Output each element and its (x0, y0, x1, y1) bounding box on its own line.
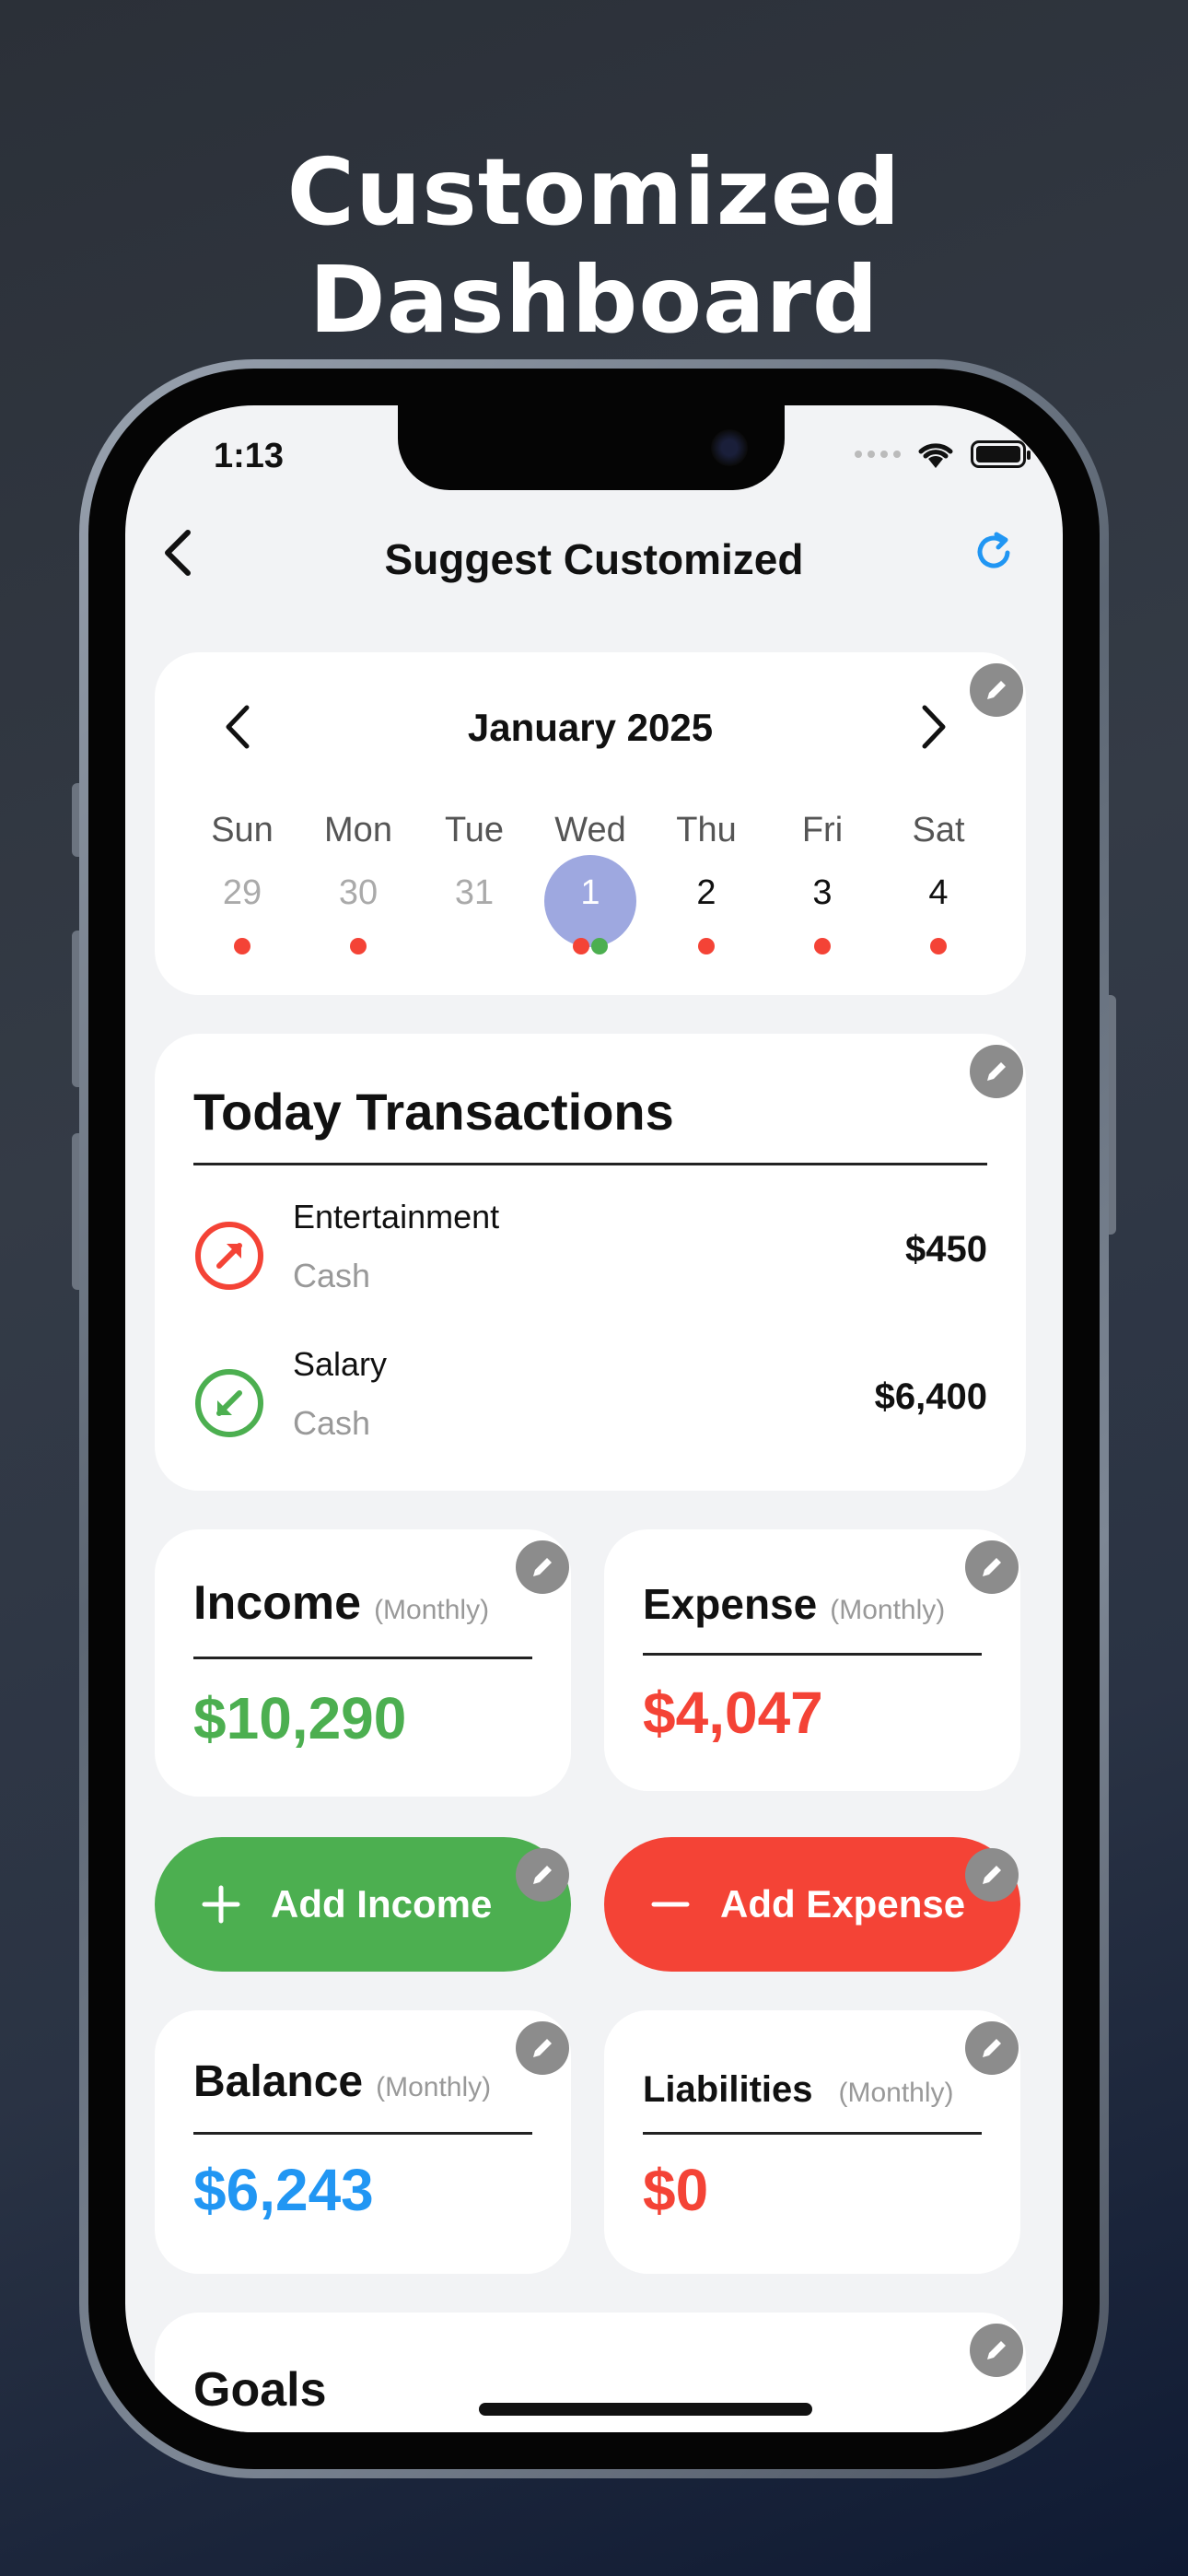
divider (193, 1163, 987, 1165)
nav-bar: Suggest Customized (125, 498, 1063, 599)
balance-value: $6,243 (193, 2157, 374, 2223)
refresh-icon[interactable] (971, 529, 1017, 575)
status-icons (855, 439, 1031, 470)
transaction-account: Cash (293, 1404, 371, 1442)
balance-period: (Monthly) (376, 2072, 492, 2102)
phone-frame: 1:13 Suggest Customized January 2025 Sun… (79, 359, 1109, 2478)
expense-marker-dot (814, 938, 831, 954)
goals-title: Goals (193, 2363, 327, 2417)
calendar-day-selected[interactable]: 1 (532, 855, 648, 958)
transactions-card: Today Transactions Entertainment Cash $4… (155, 1034, 1026, 1491)
edit-pencil-icon (983, 1866, 1001, 1884)
edit-pencil-icon (987, 1062, 1006, 1081)
add-expense-button[interactable]: Add Expense (604, 1837, 1020, 1972)
status-time: 1:13 (214, 437, 285, 475)
liabilities-title: Liabilities (Monthly) (643, 2069, 954, 2110)
calendar-weekdays: Sun Mon Tue Wed Thu Fri Sat (155, 811, 1026, 850)
transaction-account: Cash (293, 1257, 371, 1294)
expense-card[interactable]: Expense (Monthly) $4,047 (604, 1529, 1020, 1791)
expense-marker-dot (573, 938, 589, 954)
home-indicator[interactable] (479, 2403, 812, 2416)
expense-value: $4,047 (643, 1680, 823, 1746)
divider (193, 2132, 532, 2135)
edit-pencil-icon (533, 1866, 552, 1884)
weekday-label: Thu (676, 811, 737, 849)
income-period: (Monthly) (374, 1595, 490, 1625)
edit-goals-button[interactable] (970, 2324, 1023, 2377)
calendar-card: January 2025 Sun Mon Tue Wed Thu Fri Sat… (155, 652, 1026, 995)
divider (643, 1653, 982, 1656)
expense-title: Expense (Monthly) (643, 1580, 946, 1628)
weekday-label: Fri (801, 811, 844, 849)
calendar-day[interactable]: 2 (648, 866, 764, 958)
income-value: $10,290 (193, 1685, 407, 1751)
next-month-icon[interactable] (915, 702, 952, 752)
expense-arrow-icon (195, 1222, 263, 1290)
weekday-label: Mon (324, 811, 392, 849)
edit-pencil-icon (983, 2039, 1001, 2057)
balance-title: Balance (Monthly) (193, 2057, 492, 2106)
expense-period: (Monthly) (830, 1595, 946, 1625)
add-income-button[interactable]: Add Income (155, 1837, 571, 1972)
transaction-row[interactable]: Entertainment Cash $450 (193, 1198, 987, 1327)
edit-pencil-icon (987, 2341, 1006, 2359)
app-screen: 1:13 Suggest Customized January 2025 Sun… (125, 405, 1063, 2432)
transaction-category: Entertainment (293, 1198, 500, 1235)
edit-pencil-icon (983, 1558, 1001, 1576)
edit-income-button[interactable] (516, 1540, 569, 1594)
income-marker-dot (591, 938, 608, 954)
minus-icon (651, 1902, 690, 1907)
transaction-amount: $450 (905, 1229, 987, 1270)
battery-icon (971, 440, 1031, 468)
transaction-category: Salary (293, 1345, 388, 1383)
calendar-day[interactable]: 30 (300, 866, 416, 958)
liabilities-card[interactable]: Liabilities (Monthly) $0 (604, 2010, 1020, 2274)
income-arrow-icon (195, 1369, 263, 1437)
transaction-row[interactable]: Salary Cash $6,400 (193, 1345, 987, 1474)
calendar-day[interactable]: 3 (764, 866, 880, 958)
wifi-icon (918, 443, 953, 468)
transactions-title: Today Transactions (193, 1083, 674, 1141)
calendar-day[interactable]: 29 (184, 866, 300, 958)
edit-calendar-button[interactable] (970, 663, 1023, 717)
promo-headline: Customized Dashboard (286, 138, 902, 354)
liabilities-period: (Monthly) (838, 2078, 954, 2108)
expense-marker-dot (350, 938, 367, 954)
calendar-day[interactable]: 31 (416, 866, 532, 958)
plus-icon (202, 1885, 240, 1924)
income-card[interactable]: Income (Monthly) $10,290 (155, 1529, 571, 1797)
edit-liabilities-button[interactable] (965, 2021, 1019, 2075)
edit-expense-button[interactable] (965, 1540, 1019, 1594)
liabilities-value: $0 (643, 2157, 709, 2223)
camera-icon (711, 429, 748, 466)
transaction-amount: $6,400 (874, 1376, 987, 1417)
edit-pencil-icon (987, 681, 1006, 699)
cellular-signal-icon (855, 451, 901, 458)
calendar-month: January 2025 (467, 706, 714, 749)
edit-balance-button[interactable] (516, 2021, 569, 2075)
edit-pencil-icon (533, 2039, 552, 2057)
calendar-day[interactable]: 4 (880, 866, 996, 958)
calendar-dates: 29 30 31 1 2 3 4 (155, 855, 1026, 958)
notch (398, 405, 785, 490)
expense-marker-dot (930, 938, 947, 954)
balance-card[interactable]: Balance (Monthly) $6,243 (155, 2010, 571, 2274)
phone-bezel: 1:13 Suggest Customized January 2025 Sun… (88, 369, 1100, 2469)
weekday-label: Sat (912, 811, 965, 849)
divider (193, 1657, 532, 1659)
weekday-label: Wed (554, 811, 626, 849)
divider (643, 2132, 982, 2135)
weekday-label: Sun (211, 811, 274, 849)
weekday-label: Tue (444, 811, 505, 849)
expense-marker-dot (698, 938, 715, 954)
page-title: Suggest Customized (384, 535, 804, 583)
income-title: Income (Monthly) (193, 1576, 490, 1630)
edit-pencil-icon (533, 1558, 552, 1576)
expense-marker-dot (234, 938, 250, 954)
edit-add-income-button[interactable] (516, 1848, 569, 1902)
edit-add-expense-button[interactable] (965, 1848, 1019, 1902)
edit-transactions-button[interactable] (970, 1045, 1023, 1098)
